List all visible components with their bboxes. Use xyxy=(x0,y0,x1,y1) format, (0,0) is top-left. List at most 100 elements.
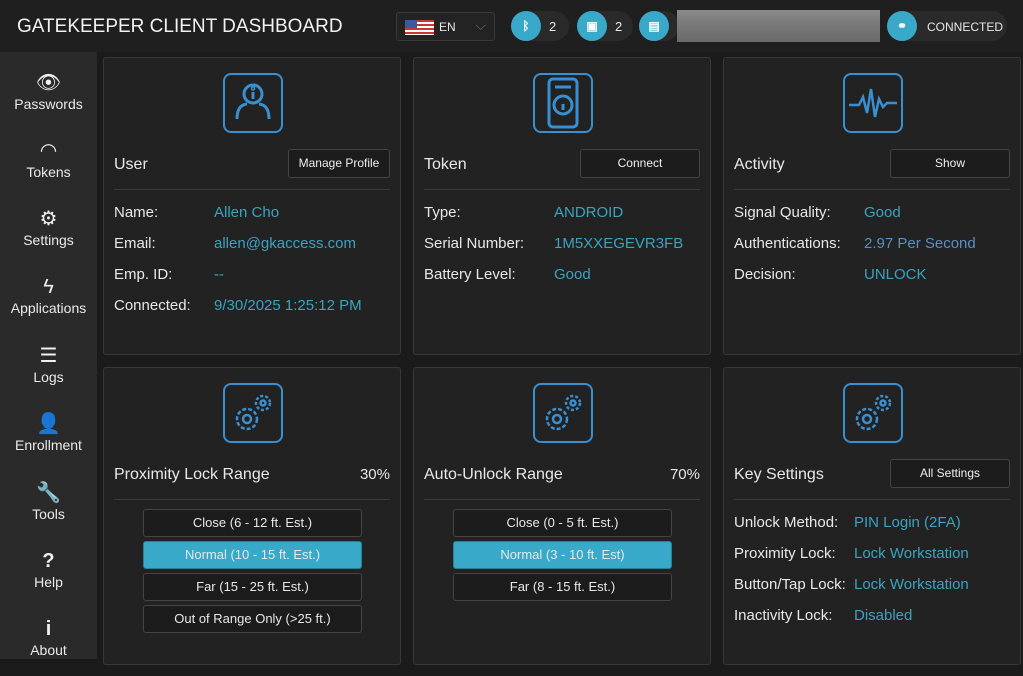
range-option-close[interactable]: Close (0 - 5 ft. Est.) xyxy=(453,509,672,537)
row-label: Decision: xyxy=(734,266,796,283)
app-title: GATEKEEPER CLIENT DASHBOARD xyxy=(17,16,343,37)
row-value: Lock Workstation xyxy=(854,545,969,562)
range-option-far[interactable]: Far (15 - 25 ft. Est.) xyxy=(143,573,362,601)
bluetooth-icon: ᛒ xyxy=(511,11,541,41)
card-title: Proximity Lock Range xyxy=(114,466,270,483)
divider xyxy=(114,499,390,500)
row-value: Allen Cho xyxy=(214,204,280,221)
info-row: Signal Quality: Good xyxy=(734,204,901,221)
row-label: Type: xyxy=(424,204,461,221)
row-value: Disabled xyxy=(854,607,913,624)
all-settings-button[interactable]: All Settings xyxy=(890,459,1010,488)
activity-card: Activity Show Signal Quality: Good Authen… xyxy=(723,57,1021,355)
info-row: Decision: UNLOCK xyxy=(734,266,927,283)
redacted-user-field xyxy=(677,10,880,42)
divider xyxy=(734,189,1010,190)
range-option-normal[interactable]: Normal (3 - 10 ft. Est) xyxy=(453,541,672,569)
row-value: ANDROID xyxy=(554,204,624,221)
row-label: Inactivity Lock: xyxy=(734,607,833,624)
row-value: 9/30/2025 1:25:12 PM xyxy=(214,297,362,314)
connection-status[interactable]: ⚭ CONNECTED xyxy=(887,11,1007,41)
token-card: Token Connect Type: ANDROID Serial Number… xyxy=(413,57,711,355)
bluetooth-count: 2 xyxy=(549,19,557,34)
row-label: Button/Tap Lock: xyxy=(734,576,846,593)
row-label: Proximity Lock: xyxy=(734,545,836,562)
info-row: Serial Number: 1M5XXEGEVR3FB xyxy=(424,235,683,252)
row-label: Email: xyxy=(114,235,156,252)
token-count: 2 xyxy=(615,19,623,34)
sidebar-item-tools[interactable]: 🔧 Tools xyxy=(0,480,97,540)
sidebar-item-label: About xyxy=(30,642,67,658)
eye-icon: 👁 xyxy=(35,72,62,94)
proximity-lock-card: Proximity Lock Range 30% Close (6 - 12 f… xyxy=(103,367,401,665)
bluetooth-status[interactable]: ᛒ 2 xyxy=(511,11,569,41)
card-status[interactable]: ▤ xyxy=(639,11,679,41)
sidebar-item-label: Passwords xyxy=(14,96,83,112)
range-option-close[interactable]: Close (6 - 12 ft. Est.) xyxy=(143,509,362,537)
row-label: Name: xyxy=(114,204,159,221)
connect-button[interactable]: Connect xyxy=(580,149,700,178)
language-select[interactable]: EN ⌵ xyxy=(396,12,495,41)
show-button[interactable]: Show xyxy=(890,149,1010,178)
range-percent: 70% xyxy=(669,466,700,483)
list-icon: ☰ xyxy=(39,345,58,367)
row-value: allen@gkaccess.com xyxy=(214,235,356,252)
sidebar-item-settings[interactable]: ⚙ Settings xyxy=(0,206,97,266)
wifi-icon: ◠ xyxy=(39,140,58,162)
info-row: Emp. ID: -- xyxy=(114,266,224,283)
card-title: Activity xyxy=(734,156,785,173)
info-row: Type: ANDROID xyxy=(424,204,623,221)
card-title: Token xyxy=(424,156,467,173)
card-title: Key Settings xyxy=(734,466,824,483)
range-option-normal[interactable]: Normal (10 - 15 ft. Est.) xyxy=(143,541,362,569)
sidebar-item-tokens[interactable]: ◠ Tokens xyxy=(0,138,97,198)
info-row: Inactivity Lock: Disabled xyxy=(734,607,912,624)
info-row: Button/Tap Lock: Lock Workstation xyxy=(734,576,969,593)
range-option-far[interactable]: Far (8 - 15 ft. Est.) xyxy=(453,573,672,601)
row-label: Authentications: xyxy=(734,235,841,252)
sidebar: 👁 Passwords ◠ Tokens ⚙ Settings ϟ Applicatio… xyxy=(0,52,97,659)
row-label: Emp. ID: xyxy=(114,266,173,283)
row-value: Good xyxy=(554,266,591,283)
sidebar-item-about[interactable]: i About xyxy=(0,616,97,676)
row-value: -- xyxy=(214,266,224,283)
sidebar-item-help[interactable]: ? Help xyxy=(0,548,97,608)
row-value: 1M5XXEGEVR3FB xyxy=(554,235,684,252)
divider xyxy=(424,189,700,190)
gears-icon xyxy=(843,383,903,443)
connection-status-text: CONNECTED xyxy=(927,20,1004,34)
row-label: Serial Number: xyxy=(424,235,525,252)
token-status[interactable]: ▣ 2 xyxy=(577,11,633,41)
info-row: Email: allen@gkaccess.com xyxy=(114,235,356,252)
gears-icon xyxy=(223,383,283,443)
token-phone-icon xyxy=(533,73,593,133)
manage-profile-button[interactable]: Manage Profile xyxy=(288,149,390,178)
sidebar-item-applications[interactable]: ϟ Applications xyxy=(0,274,97,334)
info-row: Authentications: 2.97 Per Second xyxy=(734,235,976,252)
row-value: Good xyxy=(864,204,901,221)
sidebar-item-label: Tokens xyxy=(26,164,71,180)
range-percent: 30% xyxy=(359,466,390,483)
sidebar-item-passwords[interactable]: 👁 Passwords xyxy=(0,70,97,130)
sidebar-item-label: Enrollment xyxy=(15,437,82,453)
user-plus-icon: 👤 xyxy=(36,413,61,435)
sidebar-item-label: Logs xyxy=(33,369,64,385)
card-title: Auto-Unlock Range xyxy=(424,466,563,483)
row-label: Battery Level: xyxy=(424,266,516,283)
card-icon: ▤ xyxy=(639,11,669,41)
sidebar-item-label: Settings xyxy=(23,232,74,248)
sidebar-item-enrollment[interactable]: 👤 Enrollment xyxy=(0,411,97,471)
us-flag-icon xyxy=(405,20,434,35)
info-row: Proximity Lock: Lock Workstation xyxy=(734,545,969,562)
info-icon: i xyxy=(45,618,52,640)
wrench-icon: 🔧 xyxy=(36,482,61,504)
sidebar-item-logs[interactable]: ☰ Logs xyxy=(0,343,97,403)
range-option-out-of-range[interactable]: Out of Range Only (>25 ft.) xyxy=(143,605,362,633)
divider xyxy=(114,189,390,190)
gears-icon xyxy=(533,383,593,443)
question-icon: ? xyxy=(42,550,55,572)
sidebar-item-label: Applications xyxy=(10,300,87,316)
row-label: Connected: xyxy=(114,297,191,314)
chevron-down-icon: ⌵ xyxy=(475,17,486,33)
link-icon: ⚭ xyxy=(887,11,917,41)
